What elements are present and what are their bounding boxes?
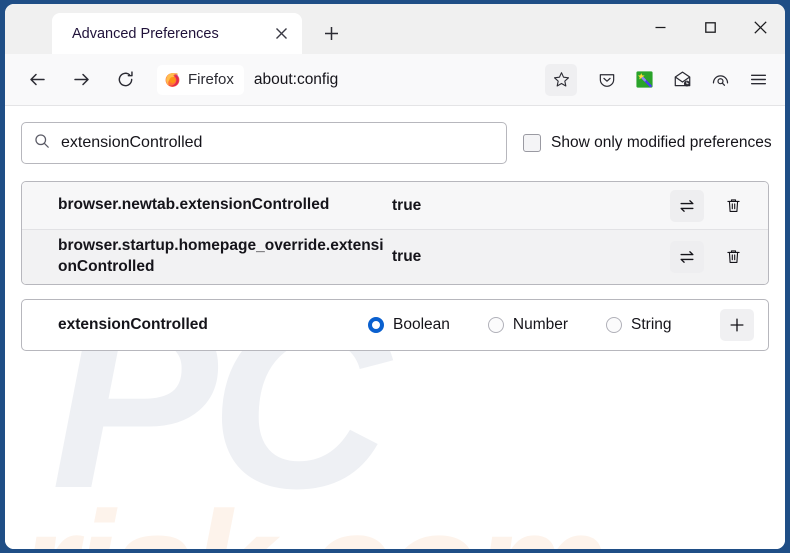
- browser-window: Advanced Preferences Firefox about:confi…: [5, 4, 785, 549]
- show-modified-label: Show only modified preferences: [551, 134, 772, 151]
- account-sync-icon[interactable]: [704, 63, 737, 96]
- add-preference-row: extensionControlled Boolean Number Strin…: [21, 298, 769, 351]
- back-button[interactable]: [19, 62, 55, 98]
- delete-preference-icon[interactable]: [716, 190, 750, 222]
- window-controls: [635, 4, 785, 50]
- extension-magic-wand-icon[interactable]: [628, 63, 661, 96]
- preferences-table: browser.newtab.extensionControlled true: [21, 181, 769, 285]
- toggle-boolean-icon[interactable]: [670, 240, 704, 273]
- preference-value: true: [392, 247, 422, 265]
- hamburger-menu-icon[interactable]: [742, 63, 775, 96]
- preference-name: browser.startup.homepage_override.extens…: [58, 237, 384, 275]
- star-icon[interactable]: [545, 63, 577, 96]
- navigation-toolbar: Firefox about:config: [5, 54, 785, 106]
- address-bar[interactable]: Firefox about:config: [157, 61, 545, 99]
- table-row[interactable]: browser.startup.homepage_override.extens…: [22, 230, 768, 284]
- radio-number-label: Number: [512, 315, 569, 333]
- tab-title: Advanced Preferences: [72, 25, 219, 42]
- preference-value: true: [392, 196, 422, 214]
- new-preference-type-group: Boolean Number String: [368, 316, 720, 334]
- radio-number-dot[interactable]: [487, 316, 504, 333]
- radio-string-dot[interactable]: [606, 316, 623, 333]
- radio-boolean-label: Boolean: [393, 315, 450, 333]
- firefox-logo-icon: [165, 73, 180, 87]
- brand-label: Firefox: [188, 71, 234, 88]
- forward-button[interactable]: [63, 62, 99, 98]
- new-tab-button[interactable]: [314, 16, 348, 50]
- brand-chip: Firefox: [157, 64, 244, 95]
- radio-string-label: String: [631, 315, 672, 333]
- url-text[interactable]: about:config: [254, 71, 545, 89]
- maximize-icon[interactable]: [685, 4, 735, 50]
- radio-boolean-dot[interactable]: [368, 316, 384, 333]
- about-config-page: PC risk.com extensionControlled: [5, 106, 785, 549]
- radio-string[interactable]: String: [606, 316, 672, 334]
- new-preference-name: extensionControlled: [58, 315, 208, 333]
- search-input-value: extensionControlled: [61, 134, 203, 151]
- browser-tab[interactable]: Advanced Preferences: [52, 13, 302, 54]
- search-icon: [34, 133, 50, 154]
- tab-close-icon[interactable]: [268, 21, 294, 47]
- reload-button[interactable]: [107, 62, 143, 98]
- add-preference-button[interactable]: [720, 308, 754, 341]
- mail-icon[interactable]: [666, 63, 699, 96]
- watermark-secondary: risk.com: [19, 489, 608, 549]
- show-modified-checkbox[interactable]: [523, 134, 541, 152]
- tab-strip: Advanced Preferences: [5, 4, 785, 54]
- close-icon[interactable]: [735, 4, 785, 50]
- toggle-boolean-icon[interactable]: [670, 189, 704, 222]
- table-row[interactable]: browser.newtab.extensionControlled true: [22, 182, 768, 230]
- minimize-icon[interactable]: [635, 4, 685, 50]
- preference-name: browser.newtab.extensionControlled: [58, 196, 330, 214]
- radio-number[interactable]: Number: [487, 315, 569, 334]
- show-modified-checkbox-row[interactable]: Show only modified preferences: [523, 134, 772, 152]
- search-input[interactable]: extensionControlled: [21, 122, 507, 164]
- search-row: extensionControlled Show only modified p…: [21, 122, 772, 164]
- pocket-icon[interactable]: [590, 63, 623, 96]
- delete-preference-icon[interactable]: [716, 241, 750, 273]
- radio-boolean[interactable]: Boolean: [368, 316, 450, 334]
